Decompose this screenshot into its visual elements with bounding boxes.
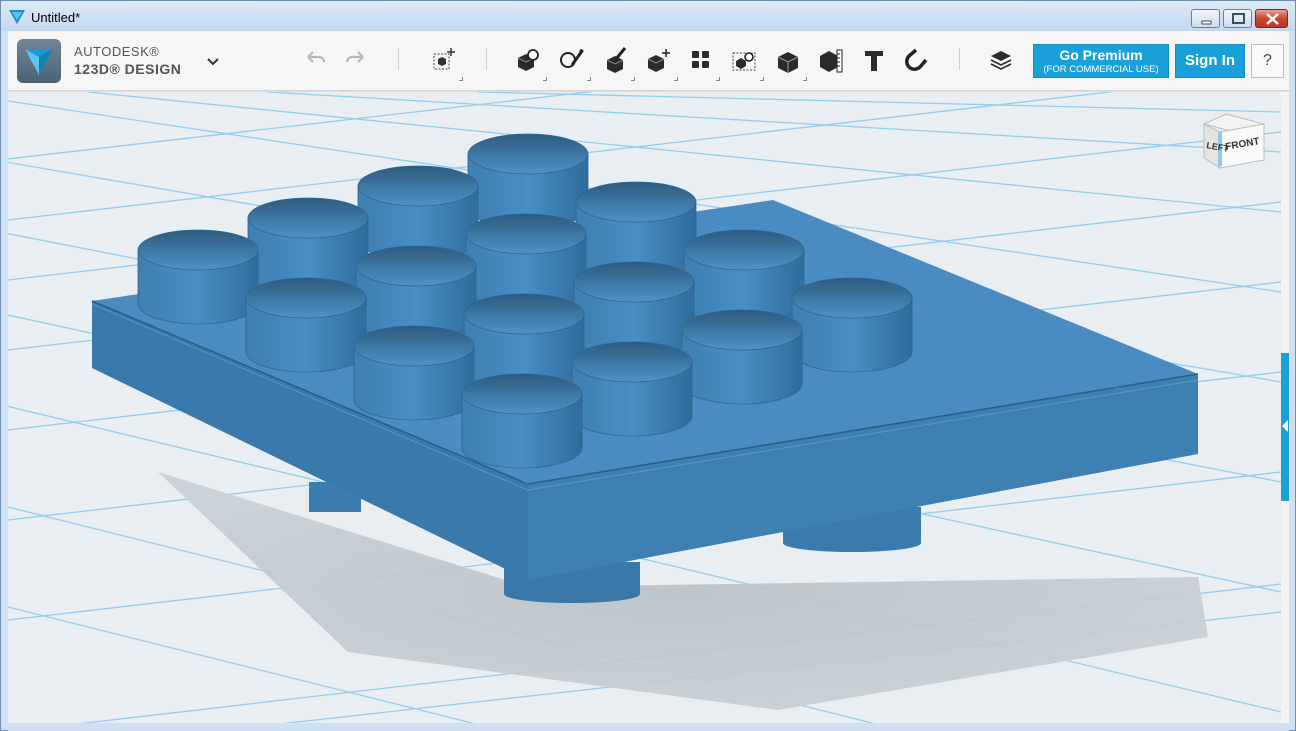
go-premium-label: Go Premium bbox=[1059, 47, 1143, 63]
maximize-icon bbox=[1232, 13, 1245, 24]
minimize-icon bbox=[1201, 20, 1212, 25]
snap-icon bbox=[905, 48, 928, 71]
materials-button[interactable] bbox=[986, 45, 1016, 75]
primitives-button[interactable] bbox=[513, 45, 547, 81]
text-button[interactable] bbox=[859, 45, 889, 75]
go-premium-button[interactable]: Go Premium (FOR COMMERCIAL USE) bbox=[1033, 44, 1169, 78]
app-window: Untitled* AUTODESK® 123D® DESIGN Go Prem… bbox=[0, 0, 1296, 731]
app-logo-icon bbox=[9, 10, 25, 24]
undo-icon bbox=[307, 51, 326, 63]
sketch-button[interactable] bbox=[557, 45, 591, 81]
primitives-icon bbox=[517, 49, 539, 71]
window-title: Untitled* bbox=[31, 10, 81, 25]
construct-icon bbox=[606, 47, 627, 73]
text-icon bbox=[865, 51, 883, 71]
minimize-button[interactable] bbox=[1191, 9, 1220, 28]
transform-icon bbox=[433, 48, 455, 70]
toolbar-separator bbox=[486, 48, 487, 70]
measure-button[interactable] bbox=[816, 45, 846, 75]
toolbar-separator bbox=[398, 48, 399, 70]
title-bar: Untitled* bbox=[1, 1, 1295, 31]
model-stud bbox=[353, 325, 475, 421]
model-stud bbox=[461, 373, 583, 469]
modify-button[interactable] bbox=[644, 45, 678, 81]
model-stud bbox=[791, 277, 913, 373]
scene-canvas[interactable] bbox=[8, 92, 1281, 723]
viewcube-widget[interactable]: LEFT FRONT bbox=[1198, 110, 1270, 176]
app-logo-icon bbox=[25, 49, 53, 75]
undo-button[interactable] bbox=[300, 45, 330, 75]
model-stud bbox=[571, 341, 693, 437]
go-premium-sublabel: (FOR COMMERCIAL USE) bbox=[1043, 64, 1159, 75]
close-icon bbox=[1266, 13, 1279, 25]
redo-button[interactable] bbox=[341, 45, 371, 75]
chevron-left-icon bbox=[1282, 420, 1288, 432]
maximize-button[interactable] bbox=[1223, 9, 1252, 28]
materials-icon bbox=[990, 51, 1012, 70]
pattern-button[interactable] bbox=[686, 45, 720, 81]
construct-button[interactable] bbox=[601, 45, 635, 81]
group-icon bbox=[732, 52, 756, 71]
measure-icon bbox=[820, 49, 843, 73]
sketch-icon bbox=[560, 48, 584, 68]
transform-button[interactable] bbox=[429, 45, 463, 81]
model-stud bbox=[245, 277, 367, 373]
model-stud bbox=[137, 229, 259, 325]
chevron-down-icon[interactable] bbox=[205, 55, 221, 67]
modify-icon bbox=[647, 49, 670, 72]
help-button[interactable]: ? bbox=[1251, 44, 1284, 78]
redo-icon bbox=[345, 51, 364, 63]
combine-button[interactable] bbox=[773, 45, 807, 81]
brand-autodesk: AUTODESK® bbox=[74, 44, 160, 59]
3d-viewport[interactable]: LEFT FRONT bbox=[8, 92, 1281, 723]
model-stud bbox=[681, 309, 803, 405]
window-bottom-border bbox=[8, 723, 1289, 731]
app-menu-logo[interactable] bbox=[17, 39, 61, 83]
brand-product: 123D® DESIGN bbox=[74, 61, 182, 77]
group-button[interactable] bbox=[730, 45, 764, 81]
snap-button[interactable] bbox=[901, 45, 931, 75]
main-toolbar: AUTODESK® 123D® DESIGN Go Premium (FOR C… bbox=[8, 31, 1289, 91]
sign-in-button[interactable]: Sign In bbox=[1175, 44, 1245, 78]
toolbar-separator bbox=[959, 48, 960, 70]
close-button[interactable] bbox=[1255, 9, 1288, 28]
combine-icon bbox=[777, 52, 799, 73]
pattern-icon bbox=[692, 51, 709, 68]
